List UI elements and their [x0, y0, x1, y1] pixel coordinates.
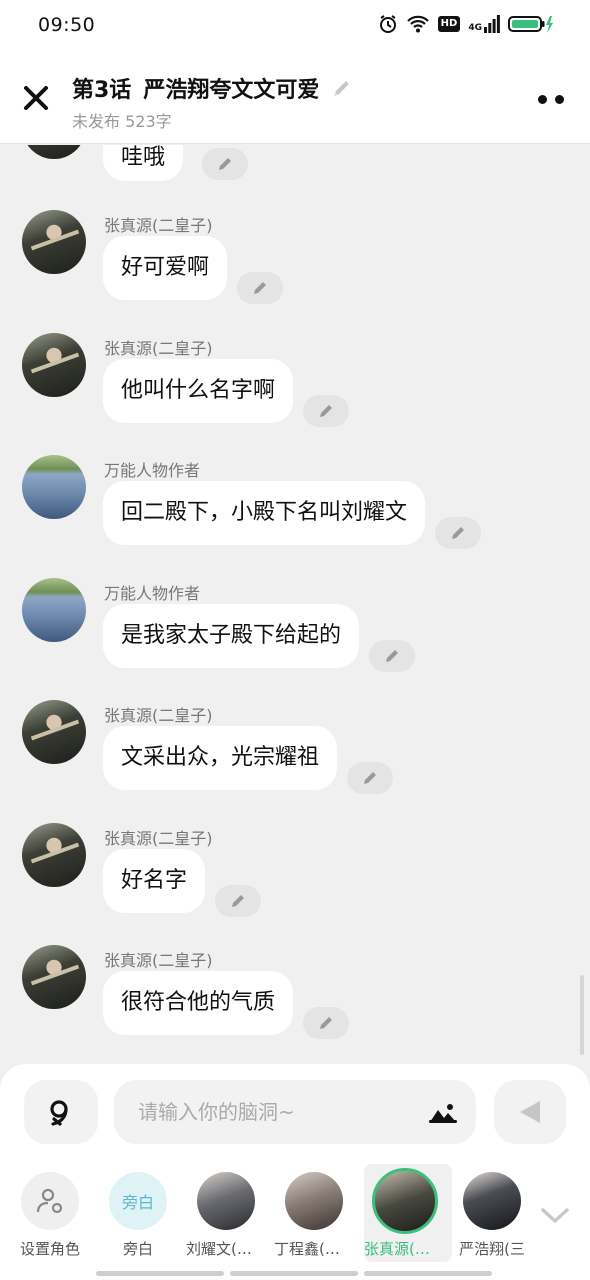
role-label: 张真源(二... [364, 1240, 444, 1258]
alarm-icon [379, 15, 396, 33]
edit-message-button[interactable] [237, 272, 283, 304]
sender-name: 张真源(二皇子) [104, 338, 213, 358]
narrator-avatar: 旁白 [109, 1172, 167, 1230]
more-options-button[interactable] [538, 92, 568, 106]
role-label: 刘耀文(四... [186, 1240, 266, 1258]
battery-charging-icon [508, 16, 553, 33]
avatar [197, 1172, 255, 1230]
avatar [463, 1172, 521, 1230]
voice-icon [50, 1100, 68, 1126]
close-icon[interactable] [22, 84, 50, 112]
role-selector: 设置角色 旁白 旁白 刘耀文(四... 丁程鑫(太... 张真源(二... 严浩翔(三 [0, 1164, 590, 1280]
composer [0, 1064, 590, 1164]
chat-message: 张真源(二皇子) 他叫什么名字啊 [0, 332, 590, 443]
status-bar: 09:50 HD 4G [0, 0, 590, 54]
edit-message-button[interactable] [303, 394, 349, 427]
edit-message-button[interactable] [303, 1007, 349, 1039]
edit-message-button[interactable] [369, 639, 415, 672]
edit-message-button[interactable] [435, 517, 481, 549]
send-button[interactable] [494, 1080, 566, 1144]
pencil-icon [320, 404, 332, 417]
avatar[interactable] [22, 822, 86, 887]
sender-name: 万能人物作者 [104, 461, 201, 480]
avatar [285, 1172, 343, 1230]
story-input[interactable] [114, 1080, 476, 1144]
pencil-icon [320, 1017, 332, 1029]
chat-message: 张真源(二皇子) 很符合他的气质 [0, 945, 590, 1055]
sender-name: 张真源(二皇子) [104, 216, 213, 235]
edit-message-button[interactable] [202, 148, 248, 180]
avatar [372, 1168, 438, 1234]
message-bubble[interactable]: 是我家太子殿下给起的 [103, 603, 360, 668]
chevron-down-icon[interactable] [540, 1206, 570, 1226]
message-bubble[interactable]: 哇哦 [103, 145, 184, 181]
chat-list[interactable]: 哇哦 张真源(二皇子) 好可爱啊 张真源(二皇子) 他叫什么名字啊 万能人物作者 回二殿下… [0, 145, 590, 1063]
pencil-icon [254, 282, 266, 294]
sender-name: 张真源(二皇子) [104, 828, 213, 848]
role-option[interactable]: 设置角色 [10, 1164, 98, 1262]
role-option[interactable]: 张真源(二... [364, 1164, 452, 1262]
chapter-status: 未发布 523字 [72, 112, 172, 131]
message-bubble[interactable]: 很符合他的气质 [103, 971, 294, 1035]
wifi-icon [406, 15, 429, 33]
pencil-icon [219, 158, 231, 170]
title-row: 第3话 严浩翔夸文文可爱 [72, 72, 353, 104]
edit-message-button[interactable] [215, 884, 261, 917]
chat-message: 张真源(二皇子) 好可爱啊 [0, 210, 590, 320]
chapter-header: 第3话 严浩翔夸文文可爱 未发布 523字 [0, 54, 590, 144]
chat-message: 万能人物作者 是我家太子殿下给起的 [0, 577, 590, 688]
avatar[interactable] [22, 210, 86, 274]
chat-message: 张真源(二皇子) 文采出众，光宗耀祖 [0, 700, 590, 810]
add-role-icon [21, 1172, 79, 1230]
avatar[interactable] [22, 332, 86, 397]
sender-name: 张真源(二皇子) [104, 951, 213, 970]
role-label: 严浩翔(三 [459, 1240, 525, 1258]
image-icon[interactable] [428, 1100, 458, 1124]
status-icons: HD 4G [378, 14, 554, 34]
pencil-icon [452, 527, 464, 539]
chat-message: 张真源(二皇子) 好名字 [0, 822, 590, 933]
network-type: 4G [468, 23, 482, 33]
edit-title-icon[interactable] [331, 77, 353, 99]
role-option[interactable]: 严浩翔(三 [452, 1164, 540, 1262]
role-option[interactable]: 刘耀文(四... [186, 1164, 274, 1262]
avatar[interactable] [22, 577, 86, 642]
message-bubble[interactable]: 文采出众，光宗耀祖 [103, 726, 338, 790]
message-bubble[interactable]: 好可爱啊 [103, 236, 228, 300]
avatar[interactable] [22, 945, 86, 1009]
person-settings-icon [36, 1188, 63, 1214]
role-label: 旁白 [122, 1240, 153, 1258]
signal-icon [484, 15, 500, 33]
status-time: 09:50 [38, 14, 96, 36]
message-bubble[interactable]: 回二殿下，小殿下名叫刘耀文 [103, 481, 426, 545]
voice-button[interactable] [24, 1080, 98, 1144]
chapter-title: 严浩翔夸文文可爱 [143, 78, 320, 103]
edit-message-button[interactable] [347, 762, 393, 794]
hd-badge: HD [437, 16, 461, 32]
pencil-icon [232, 894, 244, 907]
signal-group: 4G [468, 15, 500, 33]
sender-name: 张真源(二皇子) [104, 706, 213, 725]
role-option[interactable]: 旁白 旁白 [98, 1164, 186, 1262]
sender-name: 万能人物作者 [104, 583, 201, 603]
role-label: 设置角色 [19, 1240, 80, 1258]
avatar[interactable] [22, 455, 86, 519]
pencil-icon [364, 772, 376, 784]
message-bubble[interactable]: 好名字 [103, 848, 206, 913]
role-option[interactable]: 丁程鑫(太... [274, 1164, 362, 1262]
home-indicator [96, 1271, 492, 1276]
scrollbar[interactable] [580, 975, 584, 1055]
chat-message: 万能人物作者 回二殿下，小殿下名叫刘耀文 [0, 455, 590, 565]
role-label: 丁程鑫(太... [274, 1240, 354, 1258]
chapter-number: 第3话 [72, 78, 132, 103]
avatar[interactable] [22, 145, 86, 159]
avatar[interactable] [22, 700, 86, 764]
send-icon [520, 1101, 540, 1123]
pencil-icon [386, 649, 398, 662]
message-bubble[interactable]: 他叫什么名字啊 [103, 358, 294, 423]
